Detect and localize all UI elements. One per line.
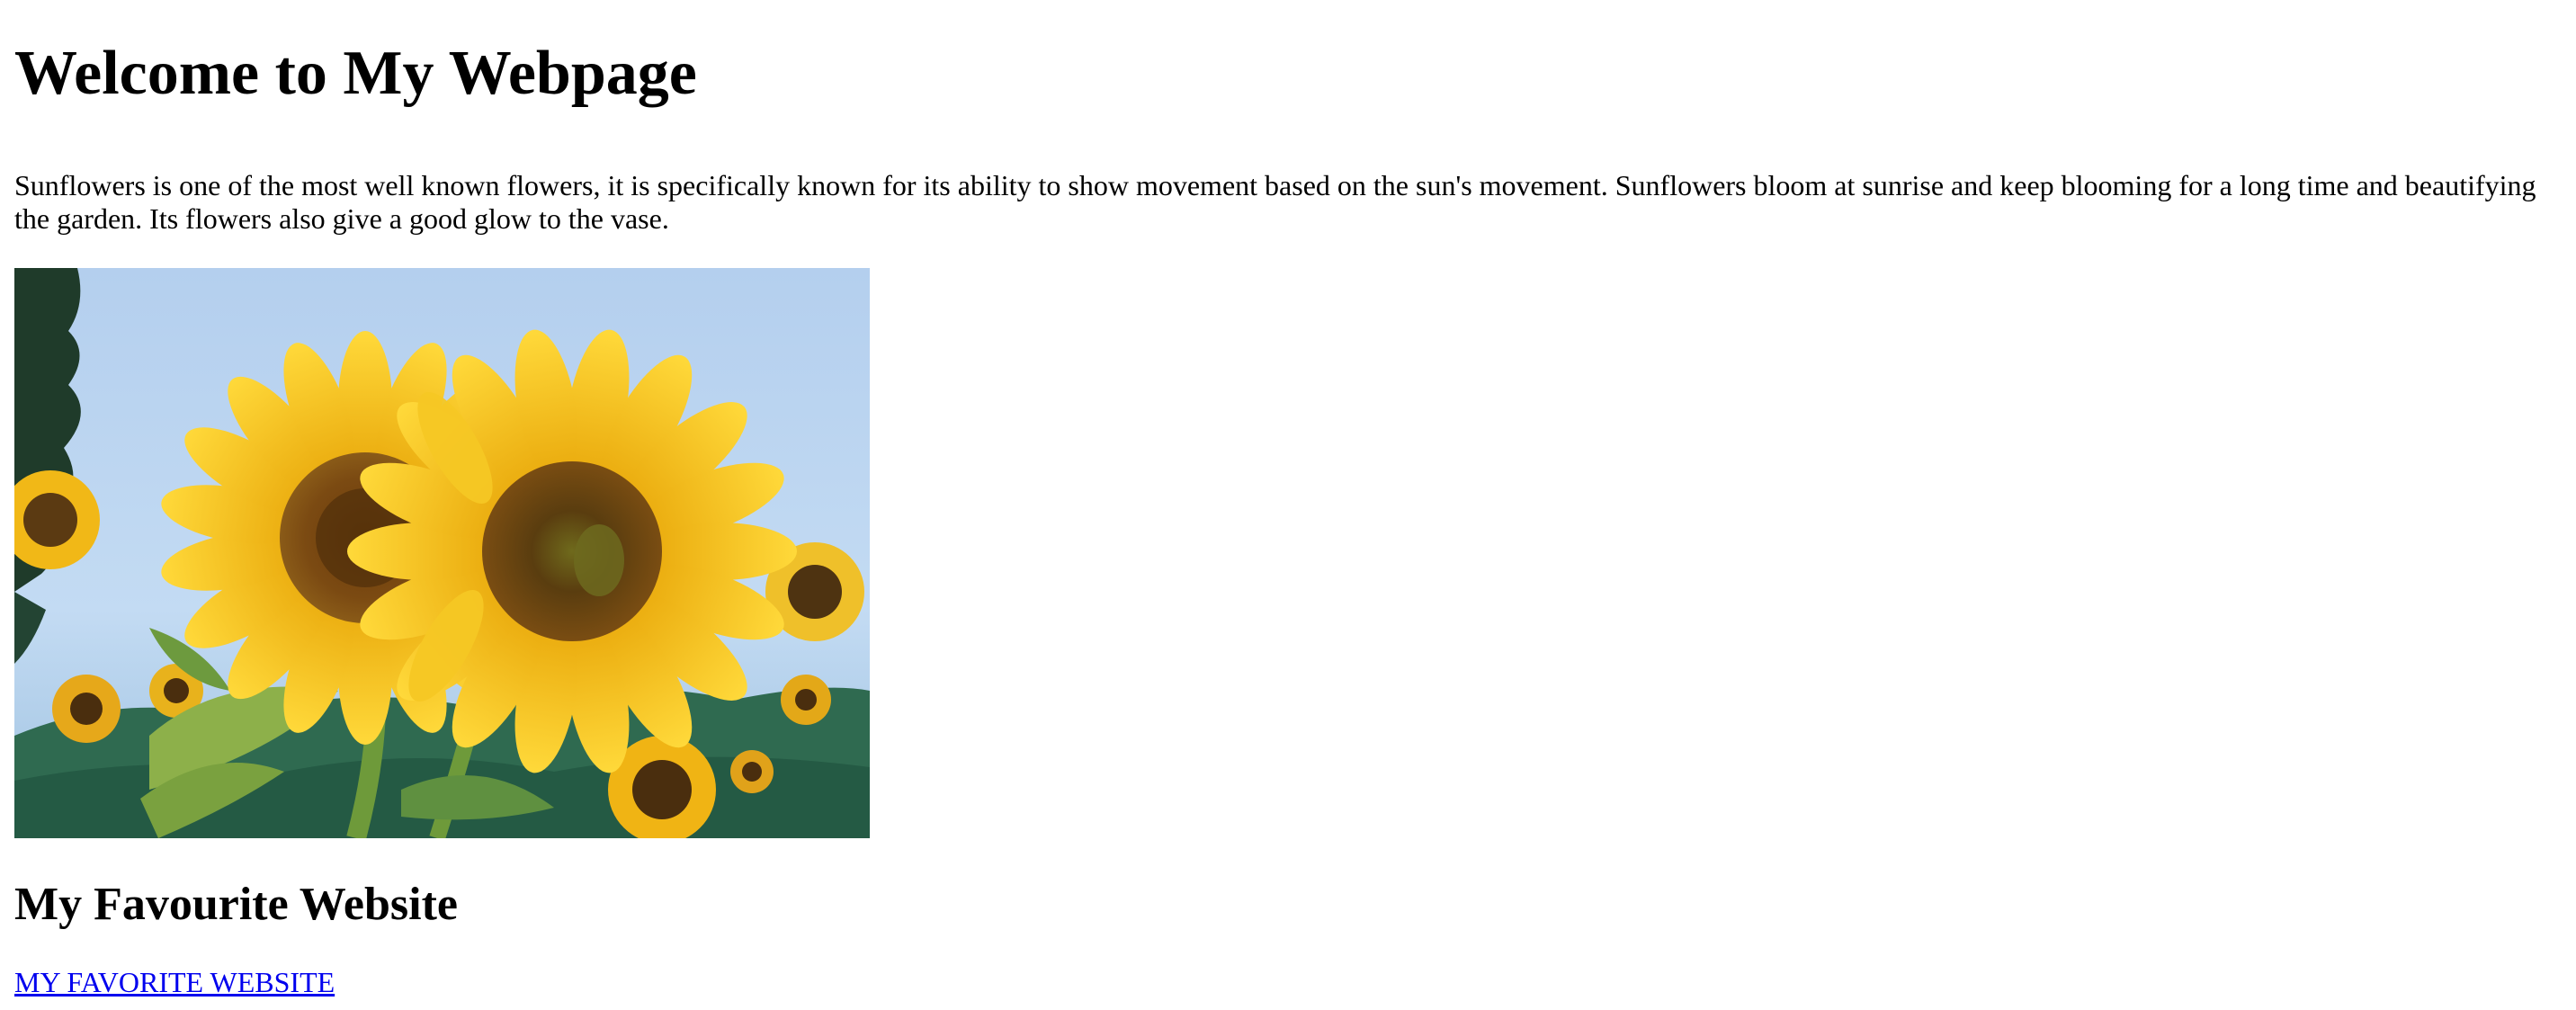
section-title: My Favourite Website <box>14 879 458 930</box>
page: Welcome to My Webpage Sunflowers is one … <box>0 0 2576 1010</box>
sunflower-photo <box>14 268 870 838</box>
intro-paragraph: Sunflowers is one of the most well known… <box>14 169 2536 235</box>
favorite-website-link[interactable]: MY FAVORITE WEBSITE <box>14 966 335 999</box>
page-title: Welcome to My Webpage <box>14 39 697 108</box>
